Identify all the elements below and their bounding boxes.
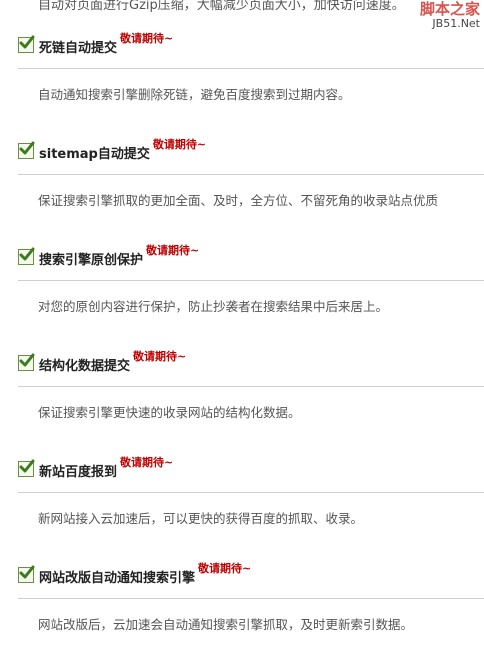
checkbox-checked-icon[interactable] <box>18 247 35 265</box>
feature-title: sitemap自动提交 <box>39 147 150 162</box>
coming-soon-badge: 敬请期待~ <box>198 562 252 575</box>
divider <box>18 68 484 69</box>
feature-header: 死链自动提交敬请期待~ <box>18 32 173 60</box>
checkbox-checked-icon[interactable] <box>18 459 35 477</box>
feature-description: 保证搜索引擎更快速的收录网站的结构化数据。 <box>38 405 301 420</box>
coming-soon-badge: 敬请期待~ <box>133 350 187 363</box>
divider <box>18 174 484 175</box>
feature-item: 搜索引擎原创保护敬请期待~ 对您的原创内容进行保护，防止抄袭者在搜索结果中后来居… <box>0 244 484 354</box>
feature-description: 保证搜索引擎抓取的更加全面、及时，全方位、不留死角的收录站点优质 <box>38 193 439 208</box>
divider <box>18 492 484 493</box>
feature-item: 新站百度报到敬请期待~ 新网站接入云加速后，可以更快的获得百度的抓取、收录。 <box>0 456 484 566</box>
divider <box>18 280 484 281</box>
divider <box>18 598 484 599</box>
coming-soon-badge: 敬请期待~ <box>120 32 174 45</box>
coming-soon-badge: 敬请期待~ <box>146 244 200 257</box>
coming-soon-badge: 敬请期待~ <box>152 138 207 151</box>
feature-header: 新站百度报到敬请期待~ <box>18 456 173 484</box>
feature-title: 死链自动提交 <box>39 41 118 56</box>
feature-header: sitemap自动提交敬请期待~ <box>18 138 206 166</box>
feature-item: 网站改版自动通知搜索引擎敬请期待~ 网站改版后，云加速会自动通知搜索引擎抓取，及… <box>0 562 484 672</box>
feature-item: 死链自动提交敬请期待~ 自动通知搜索引擎删除死链，避免百度搜索到过期内容。 <box>0 32 484 142</box>
feature-item: 结构化数据提交敬请期待~ 保证搜索引擎更快速的收录网站的结构化数据。 <box>0 350 484 460</box>
divider <box>18 386 484 387</box>
feature-title: 搜索引擎原创保护 <box>39 253 144 268</box>
feature-description: 自动通知搜索引擎删除死链，避免百度搜索到过期内容。 <box>38 87 351 102</box>
feature-description: 对您的原创内容进行保护，防止抄袭者在搜索结果中后来居上。 <box>38 299 389 314</box>
feature-description: 网站改版后，云加速会自动通知搜索引擎抓取，及时更新索引数据。 <box>38 617 414 632</box>
feature-item: sitemap自动提交敬请期待~ 保证搜索引擎抓取的更加全面、及时，全方位、不留… <box>0 138 484 248</box>
watermark-line1: 脚本之家 <box>419 0 480 18</box>
feature-title: 结构化数据提交 <box>39 359 131 374</box>
truncated-description: 自动对页面进行Gzip压缩，大幅减少页面大小，加快访问速度。 <box>38 0 405 13</box>
feature-description: 新网站接入云加速后，可以更快的获得百度的抓取、收录。 <box>38 511 364 526</box>
feature-header: 搜索引擎原创保护敬请期待~ <box>18 244 199 272</box>
watermark-line2: JB51.Net <box>432 17 480 30</box>
checkbox-checked-icon[interactable] <box>18 141 35 159</box>
feature-header: 网站改版自动通知搜索引擎敬请期待~ <box>18 562 251 590</box>
checkbox-checked-icon[interactable] <box>18 353 35 371</box>
feature-title: 网站改版自动通知搜索引擎 <box>39 571 196 586</box>
site-watermark: 脚本之家 JB51.Net <box>402 0 480 30</box>
feature-header: 结构化数据提交敬请期待~ <box>18 350 186 378</box>
coming-soon-badge: 敬请期待~ <box>120 456 174 469</box>
checkbox-checked-icon[interactable] <box>18 35 35 53</box>
checkbox-checked-icon[interactable] <box>18 565 35 583</box>
feature-title: 新站百度报到 <box>39 465 118 480</box>
